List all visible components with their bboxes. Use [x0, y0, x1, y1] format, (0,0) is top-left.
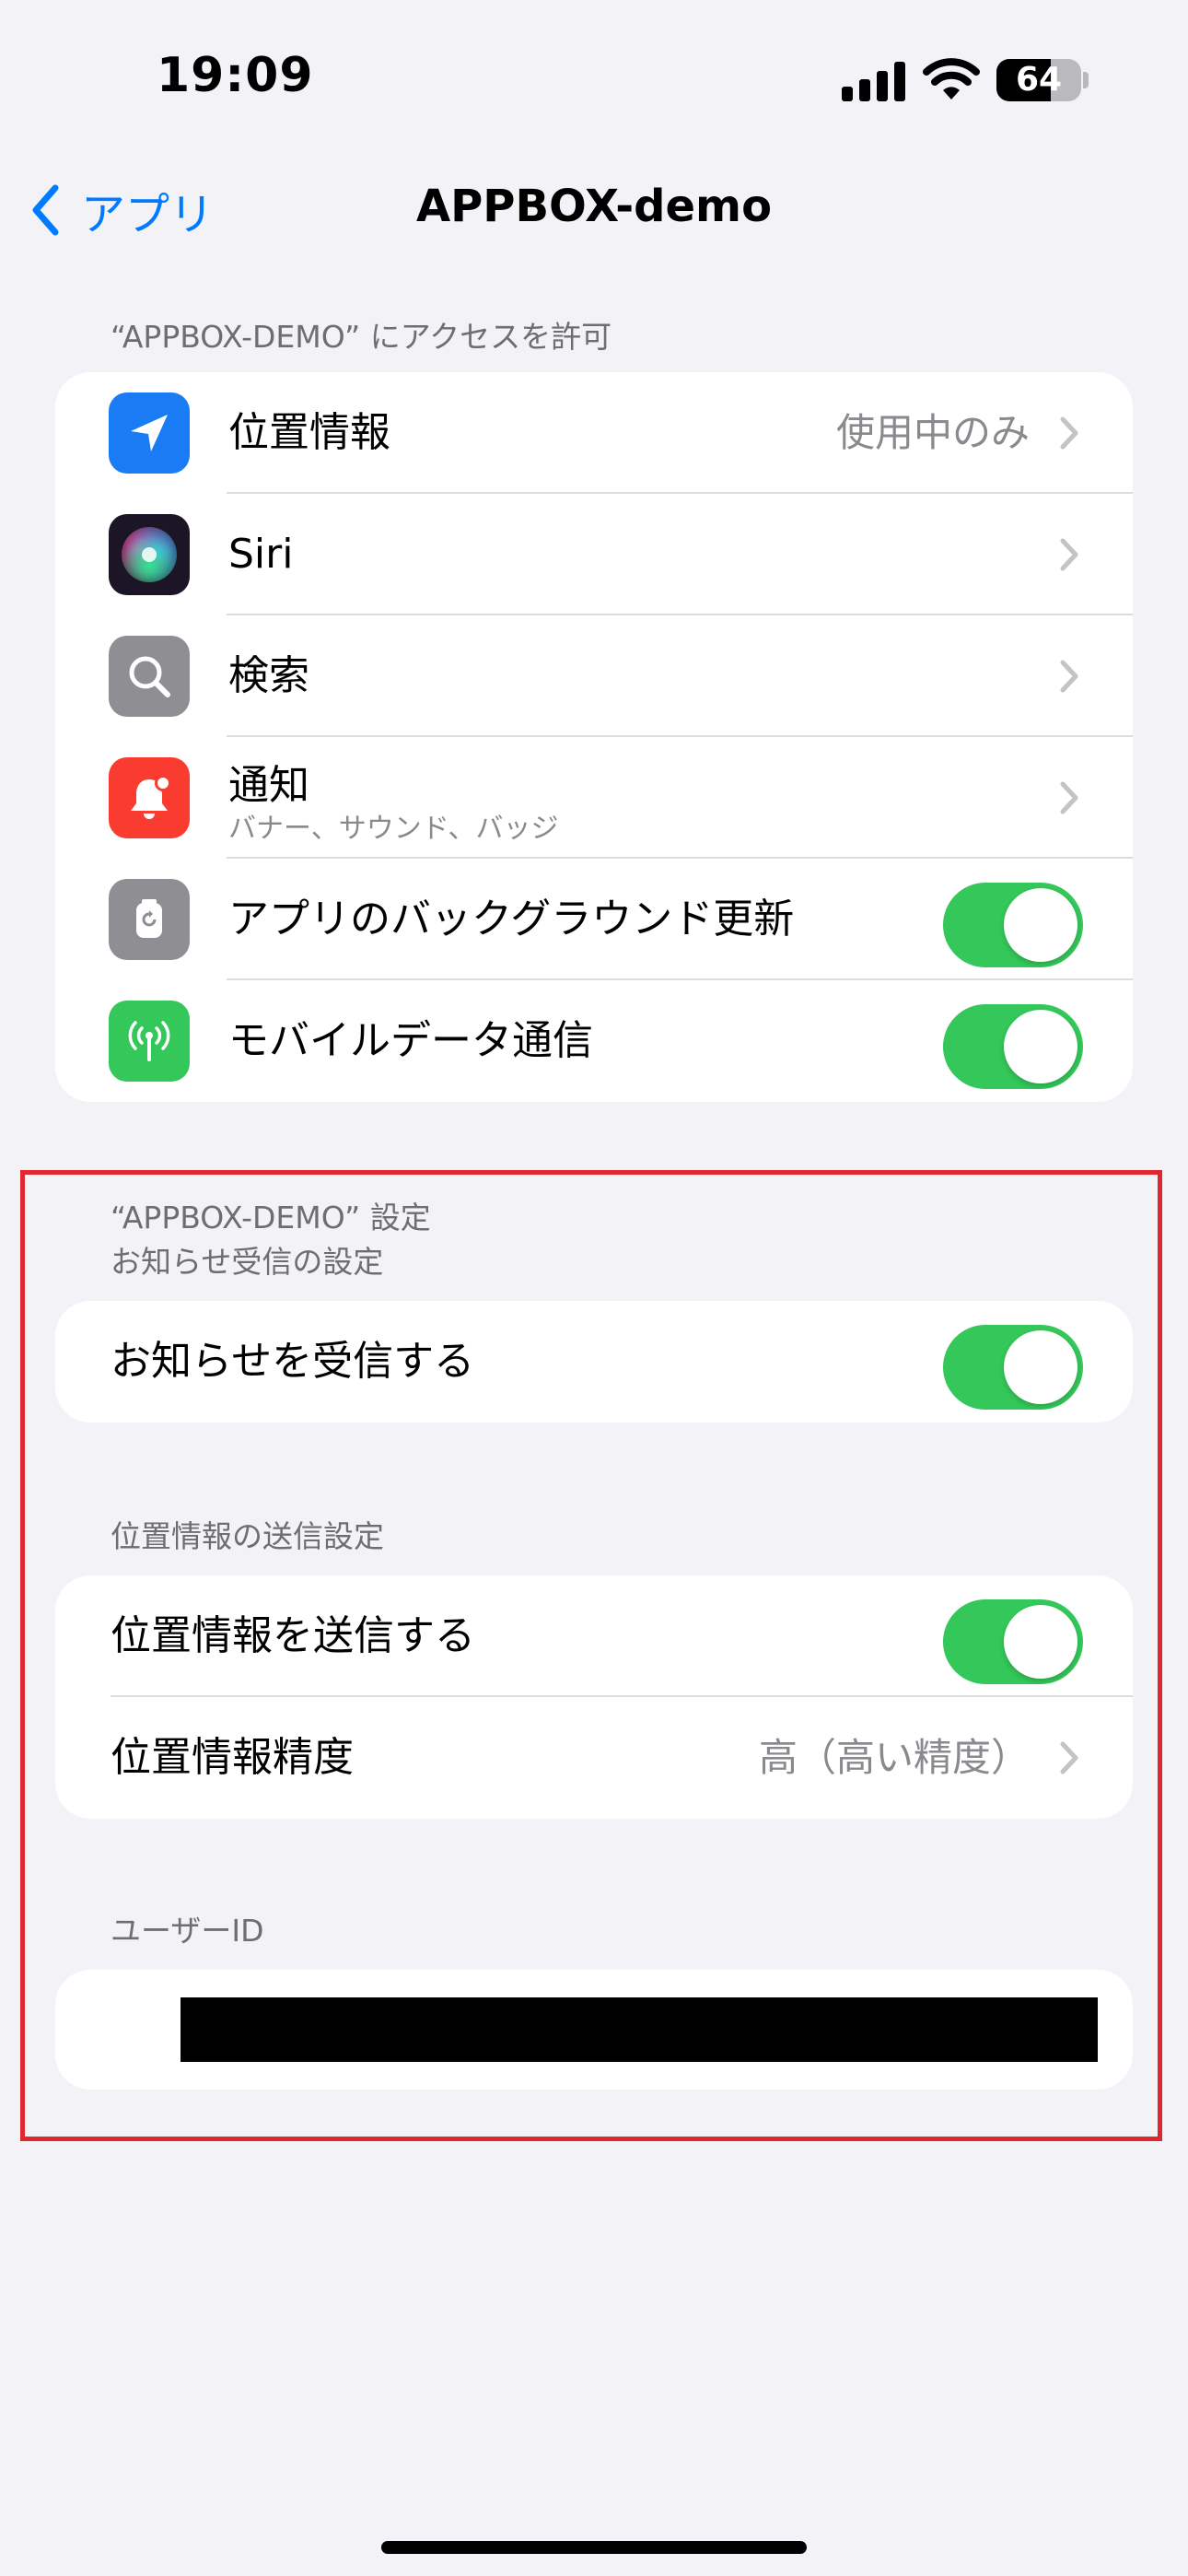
toggle-knob — [1004, 1010, 1077, 1083]
toggle-knob — [1004, 888, 1077, 962]
wifi-icon — [923, 58, 980, 100]
status-time: 19:09 — [157, 48, 314, 103]
background-refresh-label: アプリのバックグラウンド更新 — [228, 896, 795, 943]
location-value: 使用中のみ — [835, 410, 1030, 455]
location-arrow-icon — [109, 392, 190, 474]
battery-level: 64 — [1015, 61, 1063, 99]
location-label: 位置情報 — [228, 409, 390, 456]
notifications-sublabel: バナー、サウンド、バッジ — [228, 813, 559, 845]
highlight-box — [20, 1170, 1162, 2141]
battery-cap — [1083, 72, 1089, 88]
siri-row[interactable]: Siri — [55, 494, 1133, 615]
notifications-row[interactable]: 通知 バナー、サウンド、バッジ — [55, 737, 1133, 859]
background-refresh-toggle[interactable] — [943, 883, 1083, 967]
access-group: 位置情報 使用中のみ Siri 検索 通知 バナー、サウンド、バッジ アプリのバ… — [55, 372, 1133, 1102]
mobile-data-label: モバイルデータ通信 — [228, 1017, 593, 1064]
battery-indicator: 64 — [996, 59, 1081, 101]
chevron-right-icon — [1060, 538, 1078, 571]
siri-label: Siri — [228, 531, 294, 578]
background-refresh-icon — [109, 879, 190, 960]
background-refresh-row: アプリのバックグラウンド更新 — [55, 859, 1133, 980]
mobile-data-toggle[interactable] — [943, 1004, 1083, 1089]
notification-bell-icon — [109, 757, 190, 838]
chevron-right-icon — [1060, 660, 1078, 693]
mobile-data-row: モバイルデータ通信 — [55, 980, 1133, 1102]
search-icon — [109, 636, 190, 717]
chevron-right-icon — [1060, 416, 1078, 450]
cellular-antenna-icon — [109, 1001, 190, 1082]
search-row[interactable]: 検索 — [55, 615, 1133, 737]
home-indicator — [381, 2541, 807, 2554]
cellular-signal-icon — [842, 62, 905, 101]
siri-icon — [109, 514, 190, 595]
page-title: APPBOX-demo — [415, 181, 773, 232]
location-row[interactable]: 位置情報 使用中のみ — [55, 372, 1133, 494]
access-section-header: “APPBOX-DEMO” にアクセスを許可 — [111, 319, 612, 355]
notifications-label: 通知 — [228, 762, 309, 809]
chevron-right-icon — [1060, 781, 1078, 814]
search-label: 検索 — [228, 652, 309, 699]
notifications-text: 通知 バナー、サウンド、バッジ — [228, 761, 559, 848]
